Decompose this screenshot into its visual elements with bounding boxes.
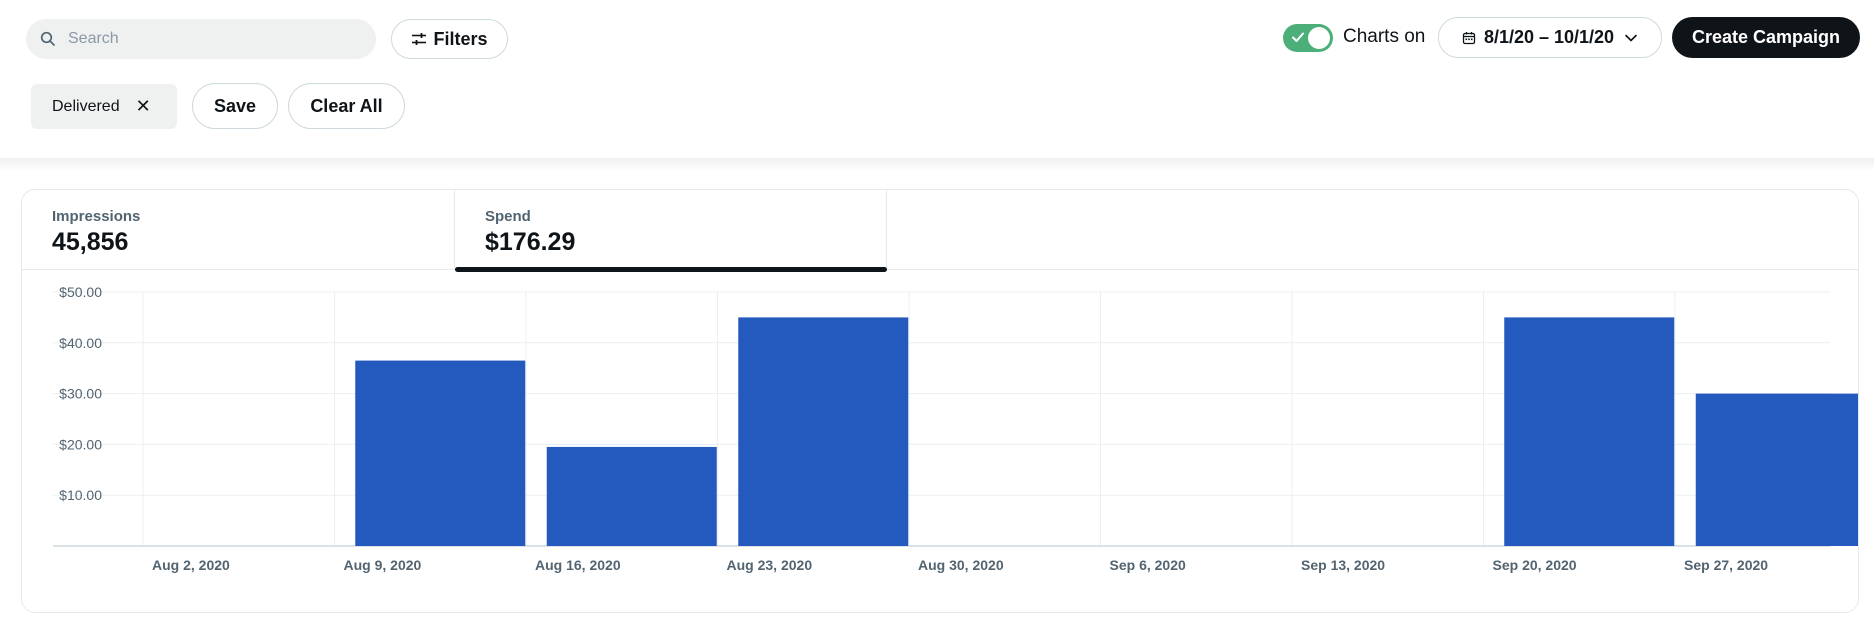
filter-chip-delivered: Delivered ✕ — [31, 84, 177, 129]
x-tick-label: Sep 27, 2020 — [1684, 557, 1768, 573]
filter-chip-label: Delivered — [52, 97, 120, 115]
y-tick-label: $50.00 — [59, 284, 102, 300]
y-tick-label: $40.00 — [59, 335, 102, 351]
check-icon — [1292, 32, 1304, 42]
x-tick-label: Sep 20, 2020 — [1493, 557, 1577, 573]
y-tick-label: $30.00 — [59, 386, 102, 402]
date-range-picker[interactable]: 8/1/20 – 10/1/20 — [1438, 17, 1662, 58]
sliders-icon — [412, 33, 427, 45]
bar — [546, 446, 717, 546]
metric-tabs: Impressions 45,856 Spend $176.29 — [22, 190, 1858, 272]
charts-toggle-label: Charts on — [1343, 26, 1426, 47]
filters-button[interactable]: Filters — [391, 19, 508, 59]
metric-value: 45,856 — [52, 228, 129, 256]
clear-all-button[interactable]: Clear All — [288, 83, 405, 129]
metric-tab-spend[interactable]: Spend $176.29 — [455, 190, 887, 272]
save-label: Save — [213, 95, 257, 116]
x-tick-label: Aug 23, 2020 — [727, 557, 813, 573]
x-tick-label: Sep 6, 2020 — [1110, 557, 1186, 573]
x-tick-label: Aug 16, 2020 — [535, 557, 621, 573]
calendar-icon — [1462, 31, 1476, 44]
metric-label: Impressions — [52, 208, 141, 225]
spend-chart: $10.00 $20.00 $30.00 $40.00 $50.00 Aug 2, 202… — [22, 270, 1858, 612]
filters-label: Filters — [433, 28, 488, 49]
chevron-down-icon — [1625, 34, 1637, 41]
toolbar-area: Filters Charts on 8/1/20 – 10/1/20 Creat… — [0, 0, 1874, 172]
close-icon[interactable]: ✕ — [136, 96, 151, 117]
bar — [1695, 393, 1858, 546]
search-box[interactable] — [26, 19, 376, 59]
metric-label: Spend — [485, 208, 531, 225]
charts-toggle[interactable] — [1283, 24, 1333, 52]
metric-tab-impressions[interactable]: Impressions 45,856 — [22, 190, 455, 270]
bar — [1504, 317, 1675, 546]
bar-chart: $10.00 $20.00 $30.00 $40.00 $50.00 Aug 2, 202… — [53, 284, 1858, 573]
x-tick-label: Aug 9, 2020 — [344, 557, 422, 573]
x-tick-label: Sep 13, 2020 — [1301, 557, 1385, 573]
date-range-label: 8/1/20 – 10/1/20 — [1483, 27, 1615, 47]
bar — [355, 360, 526, 546]
search-input[interactable] — [68, 30, 348, 48]
clear-all-label: Clear All — [310, 95, 383, 116]
y-tick-label: $20.00 — [59, 436, 102, 452]
metrics-card: Impressions 45,856 Spend $176.29 $10.00 $… — [21, 189, 1859, 613]
save-button[interactable]: Save — [192, 83, 278, 129]
toggle-knob — [1308, 27, 1330, 49]
bar — [738, 317, 909, 546]
x-tick-label: Aug 30, 2020 — [918, 557, 1004, 573]
y-tick-label: $10.00 — [59, 487, 102, 503]
x-tick-label: Aug 2, 2020 — [152, 557, 230, 573]
create-campaign-label: Create Campaign — [1691, 27, 1841, 47]
search-icon — [40, 31, 55, 46]
create-campaign-button[interactable]: Create Campaign — [1672, 17, 1860, 58]
metric-value: $176.29 — [485, 228, 576, 256]
